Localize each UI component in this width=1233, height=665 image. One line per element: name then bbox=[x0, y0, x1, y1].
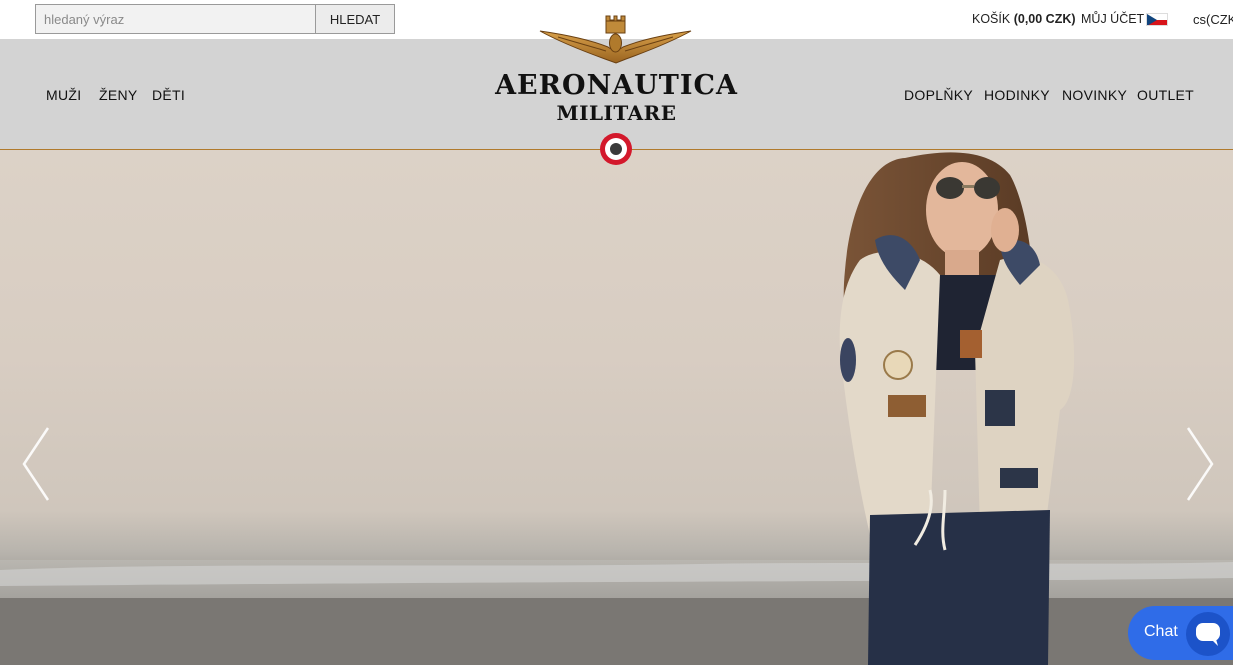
cart-link[interactable]: KOŠÍK (0,00 CZK) bbox=[972, 12, 1076, 26]
roundel-icon bbox=[600, 133, 632, 165]
eagle-crown-icon bbox=[539, 15, 692, 64]
chat-bubble-icon bbox=[1186, 612, 1230, 656]
language-currency-selector[interactable]: cs(CZK bbox=[1193, 12, 1233, 27]
hero-image bbox=[0, 152, 1233, 665]
hero-slider[interactable] bbox=[0, 150, 1233, 665]
cart-total: (0,00 CZK) bbox=[1013, 12, 1076, 26]
czech-flag-icon[interactable] bbox=[1146, 13, 1168, 26]
search-input[interactable] bbox=[35, 4, 316, 34]
chevron-right-icon[interactable] bbox=[1182, 426, 1216, 502]
search-button[interactable]: HLEDAT bbox=[315, 4, 395, 34]
logo-wordmark-line1: AERONAUTICA bbox=[495, 70, 738, 101]
logo-wordmark-line2: MILITARE bbox=[556, 101, 677, 125]
my-account-link[interactable]: MŮJ ÚČET bbox=[1081, 12, 1144, 26]
chat-label: Chat bbox=[1144, 623, 1178, 640]
chat-widget-button[interactable]: Chat bbox=[1128, 606, 1233, 660]
chevron-left-icon[interactable] bbox=[20, 426, 54, 502]
cart-label: KOŠÍK bbox=[972, 12, 1011, 26]
